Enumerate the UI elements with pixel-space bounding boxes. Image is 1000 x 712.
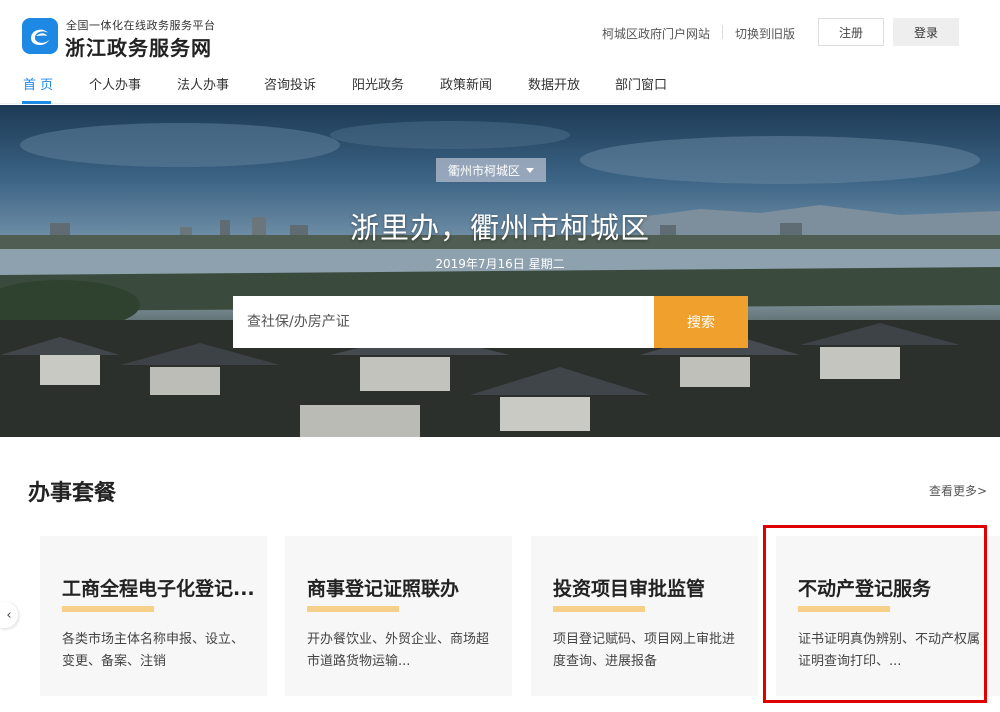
main-nav: 首 页 个人办事 法人办事 咨询投诉 阳光政务 政策新闻 数据开放 部门窗口	[0, 66, 1000, 104]
site-logo-icon[interactable]	[22, 18, 58, 54]
nav-item-transparency[interactable]: 阳光政务	[352, 74, 404, 93]
service-card-title: 商事登记证照联办	[307, 578, 460, 600]
top-link-divider	[722, 25, 723, 39]
region-dropdown[interactable]: 衢州市柯城区	[436, 158, 546, 182]
service-card-title: 投资项目审批监管	[553, 578, 706, 600]
nav-item-departments[interactable]: 部门窗口	[615, 74, 667, 93]
nav-item-consult[interactable]: 咨询投诉	[264, 74, 316, 93]
service-card-description: 各类市场主体名称申报、设立、变更、备案、注销	[62, 632, 245, 669]
hero-banner: 衢州市柯城区 浙里办，衢州市柯城区 2019年7月16日 星期二 搜索	[0, 105, 1000, 437]
nav-item-corporate[interactable]: 法人办事	[177, 74, 229, 93]
service-card-accent-bar	[307, 606, 399, 612]
site-name[interactable]: 浙江政务服务网	[65, 32, 212, 61]
highlight-annotation-box	[763, 525, 987, 703]
nav-item-home[interactable]: 首 页	[23, 74, 53, 93]
banner-title: 浙里办，衢州市柯城区	[349, 211, 650, 245]
login-button[interactable]: 登录	[893, 18, 959, 46]
register-button[interactable]: 注册	[818, 18, 884, 46]
search-button[interactable]: 搜索	[654, 296, 748, 348]
service-card[interactable]: 工商全程电子化登记... 各类市场主体名称申报、设立、变更、备案、注销	[40, 536, 267, 696]
carousel-prev-button[interactable]: ‹	[0, 602, 18, 628]
search-input[interactable]	[233, 296, 654, 348]
old-version-link[interactable]: 切换到旧版	[735, 25, 795, 42]
service-card-accent-bar	[62, 606, 154, 612]
chevron-left-icon: ‹	[6, 607, 12, 623]
region-dropdown-label: 衢州市柯城区	[447, 163, 520, 178]
nav-item-open-data[interactable]: 数据开放	[528, 74, 580, 93]
view-more-link[interactable]: 查看更多>	[929, 482, 987, 499]
nav-item-personal[interactable]: 个人办事	[89, 74, 141, 93]
platform-subtitle: 全国一体化在线政务服务平台	[66, 19, 216, 32]
nav-item-policy-news[interactable]: 政策新闻	[440, 74, 492, 93]
service-card-accent-bar	[553, 606, 645, 612]
service-card-description: 开办餐饮业、外贸企业、商场超市道路货物运输...	[307, 632, 490, 669]
caret-down-icon	[526, 167, 534, 173]
section-title: 办事套餐	[28, 481, 117, 506]
service-card[interactable]: 投资项目审批监管 项目登记赋码、项目网上审批进度查询、进展报备	[531, 536, 758, 696]
service-card-title: 工商全程电子化登记...	[62, 578, 255, 600]
site-header: 全国一体化在线政务服务平台 浙江政务服务网 柯城区政府门户网站 切换到旧版 注册…	[0, 0, 1000, 66]
banner-date: 2019年7月16日 星期二	[435, 257, 565, 271]
portal-link[interactable]: 柯城区政府门户网站	[602, 25, 710, 42]
service-card-description: 项目登记赋码、项目网上审批进度查询、进展报备	[553, 632, 736, 669]
service-card[interactable]: 商事登记证照联办 开办餐饮业、外贸企业、商场超市道路货物运输...	[285, 536, 512, 696]
nav-active-indicator	[22, 101, 51, 104]
